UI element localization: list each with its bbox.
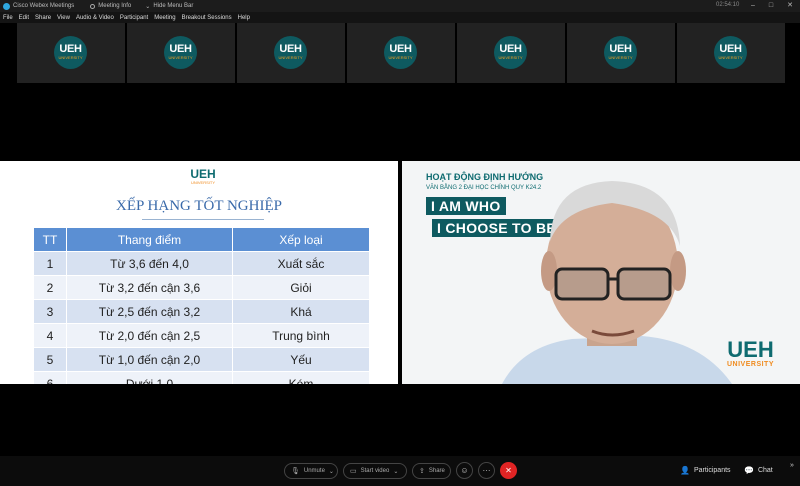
menu-help[interactable]: Help [238, 15, 250, 21]
chat-label: Chat [757, 467, 773, 474]
table-cell: 6 [33, 371, 67, 384]
ueh-logo: UEH UNIVERSITY [604, 36, 637, 69]
title-bar: Cisco Webex Meetings Meeting Info ⌄ Hide… [0, 0, 800, 12]
participant-thumbnail[interactable]: UEH UNIVERSITY [237, 23, 345, 83]
microphone-muted-icon: 🎙 [291, 468, 300, 475]
info-icon [90, 3, 96, 9]
grading-table: TT Thang điểm Xếp loại 1 Từ 3,6 đến 4,0 … [33, 227, 370, 384]
ueh-logo: UEH UNIVERSITY [274, 36, 307, 69]
table-cell: Khá [232, 299, 370, 324]
reactions-icon[interactable]: ☺ [456, 462, 473, 479]
unmute-label: Unmute [303, 468, 325, 474]
table-row: 3 Từ 2,5 đến cận 3,2 Khá [33, 299, 370, 324]
table-row: 2 Từ 3,2 đến cận 3,6 Giỏi [33, 275, 370, 300]
webex-logo-icon [3, 2, 10, 10]
video-camera-icon: ▭ [350, 468, 357, 475]
table-cell: Từ 2,5 đến cận 3,2 [66, 299, 233, 324]
table-cell: Kém [232, 371, 370, 384]
menu-file[interactable]: File [3, 15, 13, 21]
table-cell: Từ 1,0 đến cận 2,0 [66, 347, 233, 372]
participant-thumbnails: UEH UNIVERSITY UEH UNIVERSITY UEH UNIVERSIT… [17, 23, 787, 85]
slide-title: XẾP HẠNG TỐT NGHIỆP [116, 198, 282, 214]
participant-thumbnail[interactable]: UEH UNIVERSITY [347, 23, 455, 83]
meeting-controls-bar: 🎙 Unmute ⌄ ▭ Start video ⌄ ⇪ Share ☺ ···… [0, 456, 800, 486]
table-cell: Từ 3,6 đến 4,0 [66, 251, 233, 276]
maximize-icon[interactable]: □ [764, 0, 778, 12]
participant-thumbnail[interactable]: UEH UNIVERSITY [677, 23, 785, 83]
ueh-logo: UEH UNIVERSITY [727, 337, 775, 369]
table-cell: Xuất sắc [232, 251, 370, 276]
table-row: 6 Dưới 1,0 Kém [33, 371, 370, 384]
table-cell: 3 [33, 299, 67, 324]
start-video-label: Start video [360, 468, 390, 474]
hide-menu-bar-button[interactable]: ⌄ Hide Menu Bar [145, 3, 193, 10]
table-cell: Từ 3,2 đến cận 3,6 [66, 275, 233, 300]
table-cell: Dưới 1,0 [66, 371, 233, 384]
participants-icon: 👤 [680, 466, 690, 475]
participant-thumbnail[interactable]: UEH UNIVERSITY [127, 23, 235, 83]
start-video-button[interactable]: ▭ Start video ⌄ [343, 463, 407, 479]
table-row: 5 Từ 1,0 đến cận 2,0 Yếu [33, 347, 370, 372]
column-header: Thang điểm [66, 227, 233, 252]
unmute-button[interactable]: 🎙 Unmute ⌄ [284, 463, 338, 479]
menu-edit[interactable]: Edit [19, 15, 29, 21]
meeting-info-button[interactable]: Meeting Info [90, 3, 131, 9]
participants-label: Participants [693, 467, 731, 474]
title-underline [142, 219, 264, 220]
hide-menu-bar-label: Hide Menu Bar [153, 3, 194, 9]
table-cell: 2 [33, 275, 67, 300]
menu-audio-video[interactable]: Audio & Video [76, 15, 114, 21]
chevron-down-icon: ⌄ [328, 468, 334, 475]
table-row: 1 Từ 3,6 đến 4,0 Xuất sắc [33, 251, 370, 276]
menu-meeting[interactable]: Meeting [154, 15, 175, 21]
chat-icon: 💬 [744, 466, 754, 475]
table-cell: 4 [33, 323, 67, 348]
menu-breakout-sessions[interactable]: Breakout Sessions [182, 15, 232, 21]
end-meeting-icon[interactable]: ✕ [500, 462, 517, 479]
table-cell: Từ 2,0 đến cận 2,5 [66, 323, 233, 348]
meeting-info-label: Meeting Info [98, 3, 132, 9]
ueh-logo: UEH UNIVERSITY [384, 36, 417, 69]
table-row: 4 Từ 2,0 đến cận 2,5 Trung bình [33, 323, 370, 348]
menu-bar: File Edit Share View Audio & Video Parti… [0, 12, 800, 23]
speaker-video[interactable]: HOẠT ĐỘNG ĐỊNH HƯỚNG VĂN BẰNG 2 ĐẠI HỌC … [402, 161, 800, 384]
table-header-row: TT Thang điểm Xếp loại [33, 227, 370, 252]
ueh-logo: UEH UNIVERSITY [494, 36, 527, 69]
table-cell: Trung bình [232, 323, 370, 348]
chevron-down-icon: ⌄ [145, 3, 151, 10]
ueh-logo: UEH UNIVERSITY [190, 167, 216, 185]
column-header: TT [33, 227, 67, 252]
ueh-logo: UEH UNIVERSITY [164, 36, 197, 69]
participant-thumbnail[interactable]: UEH UNIVERSITY [567, 23, 675, 83]
meeting-clock: 02:54:10 [716, 2, 740, 8]
table-cell: Yếu [232, 347, 370, 372]
menu-participant[interactable]: Participant [120, 15, 148, 21]
more-options-icon[interactable]: ··· [478, 462, 495, 479]
participant-thumbnail[interactable]: UEH UNIVERSITY [17, 23, 125, 83]
share-icon: ⇪ [419, 468, 425, 475]
share-button[interactable]: ⇪ Share [412, 463, 451, 479]
column-header: Xếp loại [232, 227, 370, 252]
app-title: Cisco Webex Meetings [13, 3, 75, 9]
ueh-logo: UEH UNIVERSITY [714, 36, 747, 69]
menu-view[interactable]: View [57, 15, 70, 21]
ueh-logo: UEH UNIVERSITY [54, 36, 87, 69]
share-label: Share [428, 468, 445, 474]
close-icon[interactable]: ✕ [783, 0, 797, 12]
chat-button[interactable]: 💬 Chat [744, 466, 773, 475]
table-cell: 5 [33, 347, 67, 372]
table-cell: Giỏi [232, 275, 370, 300]
shared-slide: UEH UNIVERSITY XẾP HẠNG TỐT NGHIỆP TT Th… [0, 161, 398, 384]
participants-button[interactable]: 👤 Participants [680, 466, 731, 475]
chevron-down-icon: ⌄ [393, 468, 399, 475]
table-cell: 1 [33, 251, 67, 276]
more-panels-icon[interactable]: » [790, 462, 794, 469]
menu-share[interactable]: Share [35, 15, 51, 21]
participant-thumbnail[interactable]: UEH UNIVERSITY [457, 23, 565, 83]
minimize-icon[interactable]: – [746, 0, 760, 12]
